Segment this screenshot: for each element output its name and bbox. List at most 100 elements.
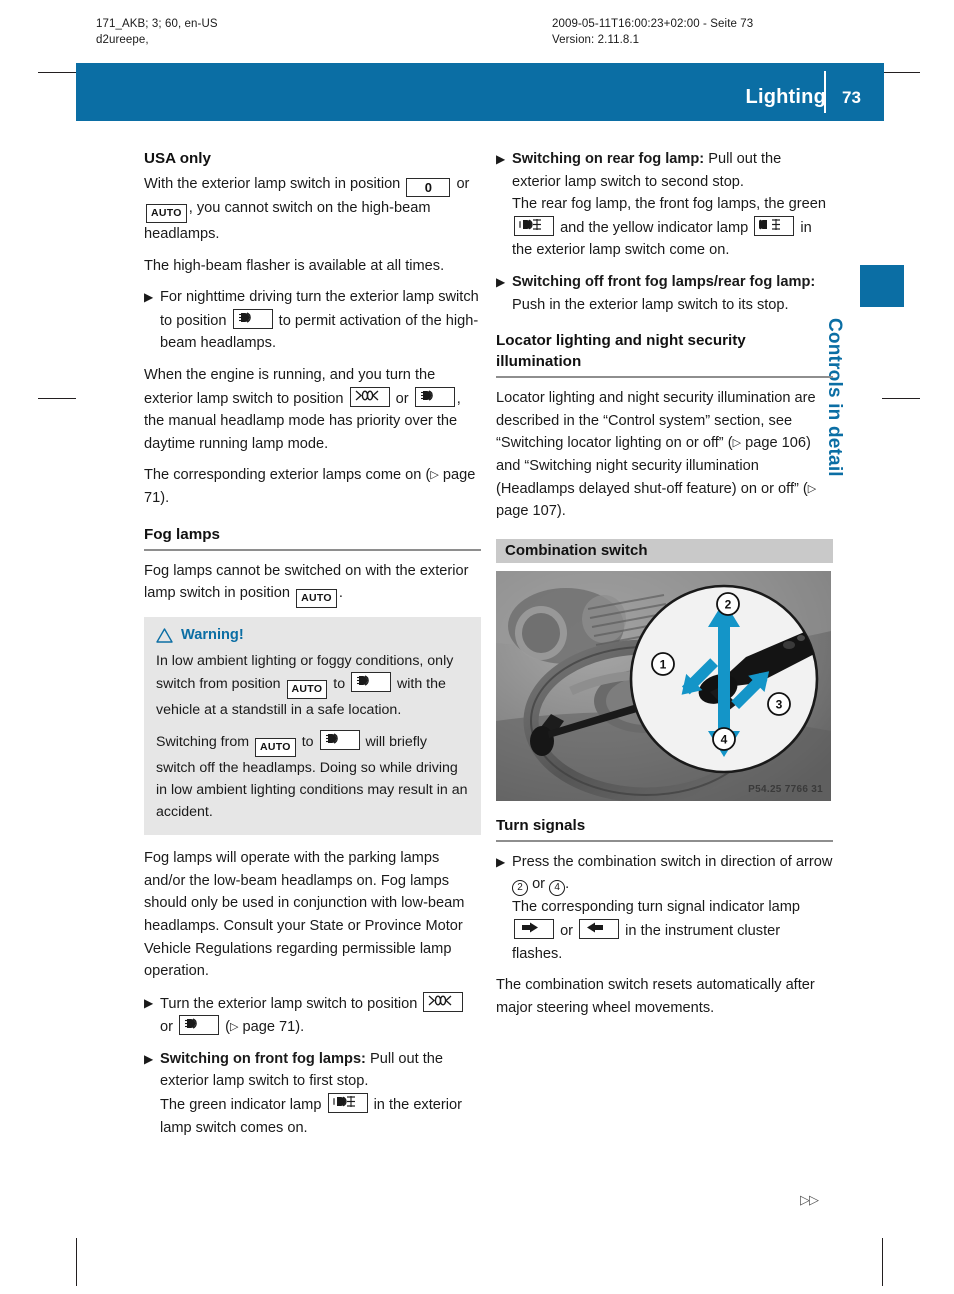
auto-position-icon-2: AUTO: [296, 589, 337, 609]
page-ref-triangle-icon: ▷: [430, 469, 439, 482]
warning-paragraph-1: In low ambient lighting or foggy conditi…: [156, 650, 469, 721]
list-item-nighttime-driving: ▶ For nighttime driving turn the exterio…: [144, 286, 481, 355]
front-fog-lamp-icon-2: [514, 215, 554, 236]
text-p1b: or: [456, 176, 470, 192]
callout-ref-4: 4: [549, 880, 566, 897]
bullet-marker-2: ▶: [144, 995, 154, 1010]
text-b2a: Turn the exterior lamp switch to positio…: [160, 995, 418, 1012]
list-item-press-combination-switch: ▶ Press the combination switch in direct…: [496, 851, 833, 965]
paragraph-switch-resets: The combination switch resets automatica…: [496, 977, 815, 1016]
bullet-marker-6: ▶: [496, 854, 506, 869]
page-title: Lighting: [745, 86, 826, 108]
text-p1a: With the exterior lamp switch in positio…: [144, 176, 401, 192]
front-fog-lamp-icon-svg-2: [519, 218, 541, 230]
front-fog-lamp-icon-svg: [332, 1096, 355, 1108]
text-b4b: The rear fog lamp, the front fog lamps, …: [512, 196, 826, 213]
text-b2b: or: [160, 1019, 173, 1036]
headlamp-icon-svg: [238, 312, 251, 323]
text-b4c: and the yellow indicator lamp: [560, 219, 749, 236]
text-p3b: or: [395, 390, 409, 407]
text-w2a: Switching from: [156, 734, 250, 751]
text-b6a: Press the combination switch in directio…: [512, 853, 833, 870]
paragraph-engine-running: When the engine is running, and you turn…: [144, 364, 481, 455]
text-p5b: .: [338, 585, 343, 602]
headlamp-icon-3: [351, 672, 392, 693]
headlamp-icon-2: [414, 386, 455, 407]
list-item-switch-on-front-fog: ▶ Switching on front fog lamps: Pull out…: [144, 1048, 481, 1139]
turn-signal-right-icon: [514, 918, 554, 939]
bullet-marker-4: ▶: [496, 152, 506, 166]
heading-locator-lighting: Locator lighting and night security illu…: [496, 332, 746, 371]
section-header-combination-switch: Combination switch: [496, 538, 833, 563]
heading-turn-signals: Turn signals: [496, 816, 586, 834]
headlamp-icon-svg-3: [357, 675, 369, 686]
auto-position-icon-4: AUTO: [255, 738, 296, 758]
text-b4-lead: Switching on rear fog lamp:: [512, 151, 705, 167]
right-column: ▶ Switching on rear fog lamp: Pull out t…: [496, 148, 833, 1028]
paragraph-highbeam-flasher: The high-beam flasher is available at al…: [144, 257, 445, 274]
list-item-switch-off-fog: ▶ Switching off front fog lamps/rear fog…: [496, 271, 833, 316]
headlamp-icon-4: [319, 730, 360, 751]
headlamp-icon-svg-2: [420, 389, 433, 401]
crop-mark-top-left: [38, 72, 76, 73]
heading-fog-lamps: Fog lamps: [144, 525, 220, 543]
rear-fog-lamp-icon-svg: [759, 218, 781, 230]
text-p4a: The corresponding exterior lamps come on…: [144, 467, 431, 484]
parking-lamp-icon-svg: [355, 390, 379, 401]
page-ref-triangle-icon-4: ▷: [807, 482, 817, 495]
heading-rule-fog-lamps: [144, 548, 481, 551]
parking-lamp-icon: [349, 386, 390, 407]
page-ref-triangle-icon-2: ▷: [229, 1021, 239, 1034]
text-b3-lead: Switching on front fog lamps:: [160, 1050, 366, 1067]
figure-callout-3: 3: [776, 697, 783, 711]
text-b2d: page 71).: [242, 1019, 305, 1036]
print-meta-right: 2009-05-11T16:00:23+02:00 - Seite 73 Ver…: [552, 16, 753, 48]
auto-position-icon: AUTO: [146, 204, 187, 223]
page-continuation-marker: ▷▷: [800, 1192, 819, 1207]
heading-rule-turn-signals: [496, 839, 833, 842]
page-number: 73: [842, 88, 861, 107]
text-b6c: or: [560, 922, 574, 939]
warning-box: Warning! In low ambient lighting or fogg…: [144, 617, 481, 836]
auto-position-icon-3: AUTO: [286, 680, 328, 700]
figure-caption: P54.25 7766 31: [748, 783, 823, 795]
text-w2b: to: [301, 734, 314, 751]
bullet-marker-3: ▶: [144, 1051, 154, 1066]
paragraph-locator-description: Locator lighting and night security illu…: [496, 387, 833, 523]
text-p3a: When the engine is running, and you turn…: [144, 366, 436, 407]
off-position-icon: 0: [406, 178, 451, 197]
headlamp-icon-svg-5: [185, 1018, 197, 1029]
list-item-turn-switch-position: ▶ Turn the exterior lamp switch to posit…: [144, 991, 481, 1039]
text-b5-lead: Switching off front fog lamps/rear fog l…: [512, 273, 816, 290]
text-w1b: to: [333, 676, 346, 693]
headlamp-icon-5: [179, 1015, 220, 1036]
heading-rule-locator: [496, 376, 833, 379]
warning-paragraph-2: Switching from AUTO to will briefly swit…: [156, 730, 469, 823]
print-meta-left-line2: d2ureepe,: [96, 34, 149, 46]
list-item-switch-on-rear-fog: ▶ Switching on rear fog lamp: Pull out t…: [496, 148, 833, 262]
crop-mark-bottom-right: [882, 1238, 883, 1286]
text-b3b: The green indicator lamp: [160, 1097, 322, 1114]
paragraph-usa-switch: With the exterior lamp switch in positio…: [144, 173, 481, 246]
text-p1c: , you cannot switch on the high-beam hea…: [144, 200, 431, 242]
crop-mark-mid-left: [38, 398, 76, 399]
warning-title: Warning!: [181, 627, 244, 644]
paragraph-corresponding-lamps: The corresponding exterior lamps come on…: [144, 464, 481, 509]
parking-lamp-icon-2: [423, 991, 464, 1012]
figure-callout-1: 1: [660, 657, 667, 671]
bullet-marker: ▶: [144, 290, 154, 305]
callout-ref-2: 2: [512, 880, 528, 897]
chapter-thumb-block: [860, 265, 904, 307]
text-p7c: page 107).: [496, 503, 566, 520]
text-b6-end: .: [565, 876, 570, 893]
front-fog-lamp-icon: [327, 1093, 368, 1114]
turn-signal-left-icon-svg: [587, 922, 604, 933]
bullet-marker-5: ▶: [496, 274, 506, 289]
print-meta-right-line2: Version: 2.11.8.1: [552, 34, 640, 46]
page-ref-triangle-icon-3: ▷: [732, 437, 742, 450]
text-b6-or: or: [532, 876, 546, 893]
crop-mark-mid-right: [882, 398, 920, 399]
headlamp-icon: [232, 308, 273, 329]
print-meta-left-line1: 171_AKB; 3; 60, en-US: [96, 18, 218, 30]
heading-usa-only: USA only: [144, 150, 211, 167]
